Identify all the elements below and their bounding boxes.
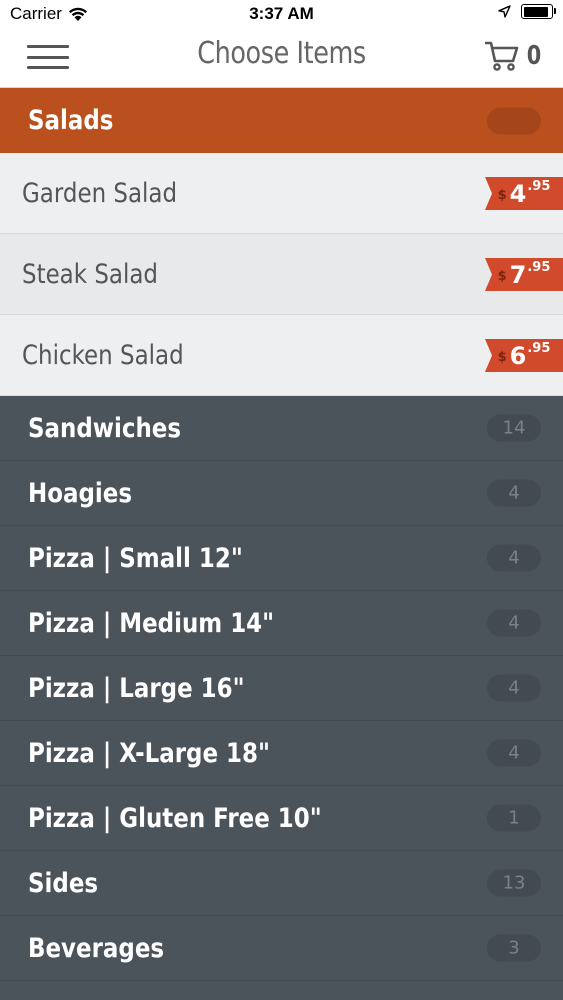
category-pizza-gluten-free[interactable]: Pizza | Gluten Free 10" 1 [0,786,563,851]
price-dollars: 7 [509,260,527,289]
category-sandwiches[interactable]: Sandwiches 14 [0,396,563,461]
price-tag: $ 6 .95 [485,339,563,372]
category-sides[interactable]: Sides 13 [0,851,563,916]
status-time: 3:37 AM [249,4,314,23]
price-dollars: 4 [509,179,527,208]
category-name: Pizza | Large 16" [28,672,245,704]
price-currency: $ [497,349,507,365]
item-name: Garden Salad [22,177,178,209]
category-pizza-large[interactable]: Pizza | Large 16" 4 [0,656,563,721]
nav-bar: Choose Items 0 [0,28,563,88]
category-count-badge: 4 [487,479,541,507]
category-count-badge: 13 [487,869,541,897]
category-count-badge: 4 [487,609,541,637]
category-salads[interactable]: Salads 3 [0,88,563,153]
price-currency: $ [497,268,507,284]
cart-count: 0 [526,41,542,71]
item-name: Chicken Salad [22,339,184,371]
category-count-badge: 4 [487,739,541,767]
menu-item-steak-salad[interactable]: Steak Salad $ 7 .95 [0,234,563,315]
location-arrow-icon [498,5,511,18]
category-name: Pizza | Small 12" [28,542,243,574]
price-cents: .95 [527,259,551,275]
category-pizza-x-large[interactable]: Pizza | X-Large 18" 4 [0,721,563,786]
category-name: Sides [28,867,99,899]
status-right [498,4,556,19]
category-hoagies[interactable]: Hoagies 4 [0,461,563,526]
page-title: Choose Items [197,36,366,71]
category-name: Hoagies [28,477,132,509]
cart-icon [484,41,519,71]
price-tag: $ 7 .95 [485,258,563,291]
category-pizza-small[interactable]: Pizza | Small 12" 4 [0,526,563,591]
price-cents: .95 [527,178,551,194]
category-name: Pizza | Gluten Free 10" [28,802,322,834]
category-count-badge: 4 [487,674,541,702]
battery-icon [521,4,556,19]
category-count-badge: 1 [487,804,541,832]
category-count-badge: 3 [487,107,541,134]
category-name: Pizza | Medium 14" [28,607,275,639]
category-name: Sandwiches [28,412,182,444]
price-dollars: 6 [509,341,527,370]
menu-item-garden-salad[interactable]: Garden Salad $ 4 .95 [0,153,563,234]
category-name: Salads [28,105,114,136]
category-beverages[interactable]: Beverages 3 [0,916,563,981]
category-count-badge: 4 [487,544,541,572]
category-count-badge: 14 [487,414,541,442]
category-name: Pizza | X-Large 18" [28,737,270,769]
price-tag: $ 4 .95 [485,177,563,210]
battery-level [523,6,549,17]
category-name: Beverages [28,932,165,964]
status-bar: Carrier 3:37 AM [0,0,563,28]
category-count-badge: 3 [487,934,541,962]
menu-item-chicken-salad[interactable]: Chicken Salad $ 6 .95 [0,315,563,396]
category-pizza-medium[interactable]: Pizza | Medium 14" 4 [0,591,563,656]
price-currency: $ [497,187,507,203]
cart-button[interactable]: 0 [484,40,543,72]
price-cents: .95 [527,340,551,356]
item-name: Steak Salad [22,258,158,290]
